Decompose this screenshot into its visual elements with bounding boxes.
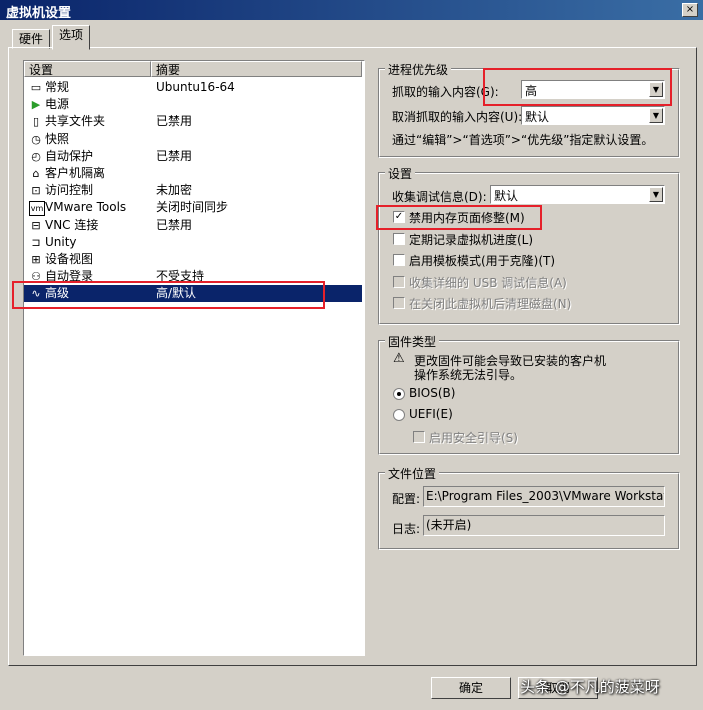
list-item[interactable]: vm VMware Tools 关闭时间同步	[24, 199, 362, 217]
list-item[interactable]: ⊐ Unity	[24, 234, 362, 251]
list-item-name: 客户机隔离	[45, 166, 106, 180]
highlight-disable-memory-trim	[376, 205, 542, 230]
log-label: 日志:	[392, 522, 421, 536]
list-item[interactable]: ⊡ 访问控制 未加密	[24, 182, 362, 199]
dropdown-arrow-icon[interactable]: ▼	[649, 108, 663, 123]
list-item-name: 设备视图	[45, 252, 94, 266]
uefi-radio[interactable]	[393, 409, 405, 421]
list-item-summary: 已禁用	[156, 148, 193, 163]
tab-options[interactable]: 选项	[52, 25, 91, 50]
list-item[interactable]: ⊟ VNC 连接 已禁用	[24, 217, 362, 234]
autoprotect-icon: ◴	[31, 149, 41, 163]
ok-button[interactable]: 确定	[431, 677, 511, 699]
title-bar: 虚拟机设置 ×	[0, 0, 703, 21]
list-item-summary: 未加密	[156, 183, 193, 198]
file-location-legend: 文件位置	[385, 465, 440, 482]
settings-checkbox-label[interactable]: 启用模板模式(用于克隆)(T)	[409, 252, 555, 269]
priority-note: 通过“编辑”>“首选项”>“优先级”指定默认设置。	[392, 133, 654, 147]
list-item-name: 快照	[45, 131, 70, 146]
highlight-advanced-row	[12, 281, 325, 309]
list-item-name: VMware Tools	[45, 200, 127, 215]
uefi-label[interactable]: UEFI(E)	[409, 407, 453, 421]
debug-info-select[interactable]: 默认 ▼	[490, 185, 665, 204]
vmware-tools-icon: vm	[29, 201, 45, 217]
settings-checkbox-label[interactable]: 定期记录虚拟机进度(L)	[409, 231, 533, 248]
list-item[interactable]: ◴ 自动保护 已禁用	[24, 148, 362, 165]
settings-checkbox[interactable]	[393, 232, 405, 245]
list-item-summary: 关闭时间同步	[156, 200, 229, 215]
list-item-summary: 已禁用	[156, 114, 193, 129]
lock-icon: ⌂	[32, 167, 40, 180]
settings-checkbox-label[interactable]: 收集详细的 USB 调试信息(A)	[409, 274, 567, 291]
settings-checkbox[interactable]	[393, 297, 405, 309]
process-priority-legend: 进程优先级	[385, 61, 452, 78]
debug-info-label: 收集调试信息(D):	[392, 190, 487, 204]
list-item[interactable]: ◷ 快照	[24, 131, 362, 148]
secure-boot-checkbox[interactable]	[413, 431, 425, 443]
list-item-name: 访问控制	[45, 183, 94, 198]
close-button[interactable]: ×	[682, 3, 698, 17]
column-header-setting[interactable]: 设置	[24, 61, 151, 77]
vnc-icon: ⊟	[31, 218, 41, 232]
computer-icon: ▭	[30, 81, 42, 94]
list-item[interactable]: ▯ 共享文件夹 已禁用	[24, 113, 362, 130]
access-control-icon: ⊡	[31, 184, 41, 198]
file-location-group	[378, 472, 680, 550]
highlight-grabbed-input	[483, 68, 672, 106]
ungrabbed-input-value: 默认	[525, 110, 550, 124]
ungrabbed-input-select[interactable]: 默认 ▼	[521, 106, 665, 125]
settings-checkbox[interactable]	[393, 275, 405, 288]
list-item-summary: 已禁用	[156, 217, 193, 232]
firmware-legend: 固件类型	[385, 333, 440, 350]
settings-checkbox-label[interactable]: 在关闭此虚拟机后清理磁盘(N)	[409, 295, 571, 312]
settings-checkbox[interactable]	[393, 254, 405, 266]
shared-folder-icon: ▯	[32, 115, 40, 129]
config-path-field[interactable]: E:\Program Files_2003\VMware Workstation…	[423, 486, 665, 507]
debug-info-value: 默认	[494, 189, 519, 203]
settings-legend: 设置	[385, 165, 416, 182]
list-item-summary: Ubuntu16-64	[156, 80, 235, 94]
ungrabbed-input-label: 取消抓取的输入内容(U):	[392, 110, 523, 124]
bios-label[interactable]: BIOS(B)	[409, 386, 455, 400]
power-icon: ▶	[31, 98, 41, 112]
watermark: 头条 @不凡的菠菜呀	[520, 678, 660, 696]
list-item[interactable]: ▶ 电源	[24, 96, 362, 113]
list-item-name: 电源	[45, 97, 70, 112]
snapshot-icon: ◷	[31, 132, 41, 146]
list-item-name: 共享文件夹	[45, 114, 106, 129]
list-item-name: VNC 连接	[45, 217, 99, 232]
tab-hardware[interactable]: 硬件	[12, 29, 51, 49]
unity-icon: ⊐	[31, 235, 41, 249]
list-item[interactable]: ⊞ 设备视图	[24, 251, 362, 268]
device-view-icon: ⊞	[31, 253, 41, 266]
dropdown-arrow-icon[interactable]: ▼	[649, 187, 663, 202]
list-item-name: Unity	[45, 234, 77, 249]
list-item[interactable]: ▭ 常规 Ubuntu16-64	[24, 79, 362, 96]
list-item-name: 常规	[45, 80, 70, 94]
list-item[interactable]: ⌂ 客户机隔离	[24, 165, 362, 182]
settings-list[interactable]: 设置 摘要 ▭ 常规 Ubuntu16-64 ▶ 电源 ▯ 共享文件夹 已禁用 ◷ 快照 ◴ 自动保护…	[23, 60, 365, 656]
bios-radio[interactable]	[393, 388, 405, 400]
list-item-name: 自动保护	[45, 148, 94, 163]
column-header-summary[interactable]: 摘要	[151, 61, 362, 77]
config-label: 配置:	[392, 492, 421, 506]
warning-icon: ⚠	[393, 351, 405, 366]
log-path-field[interactable]: (未开启)	[423, 515, 665, 536]
window-title: 虚拟机设置	[6, 6, 72, 21]
firmware-warning-line2: 操作系统无法引导。	[414, 368, 523, 382]
secure-boot-label: 启用安全引导(S)	[429, 431, 518, 445]
